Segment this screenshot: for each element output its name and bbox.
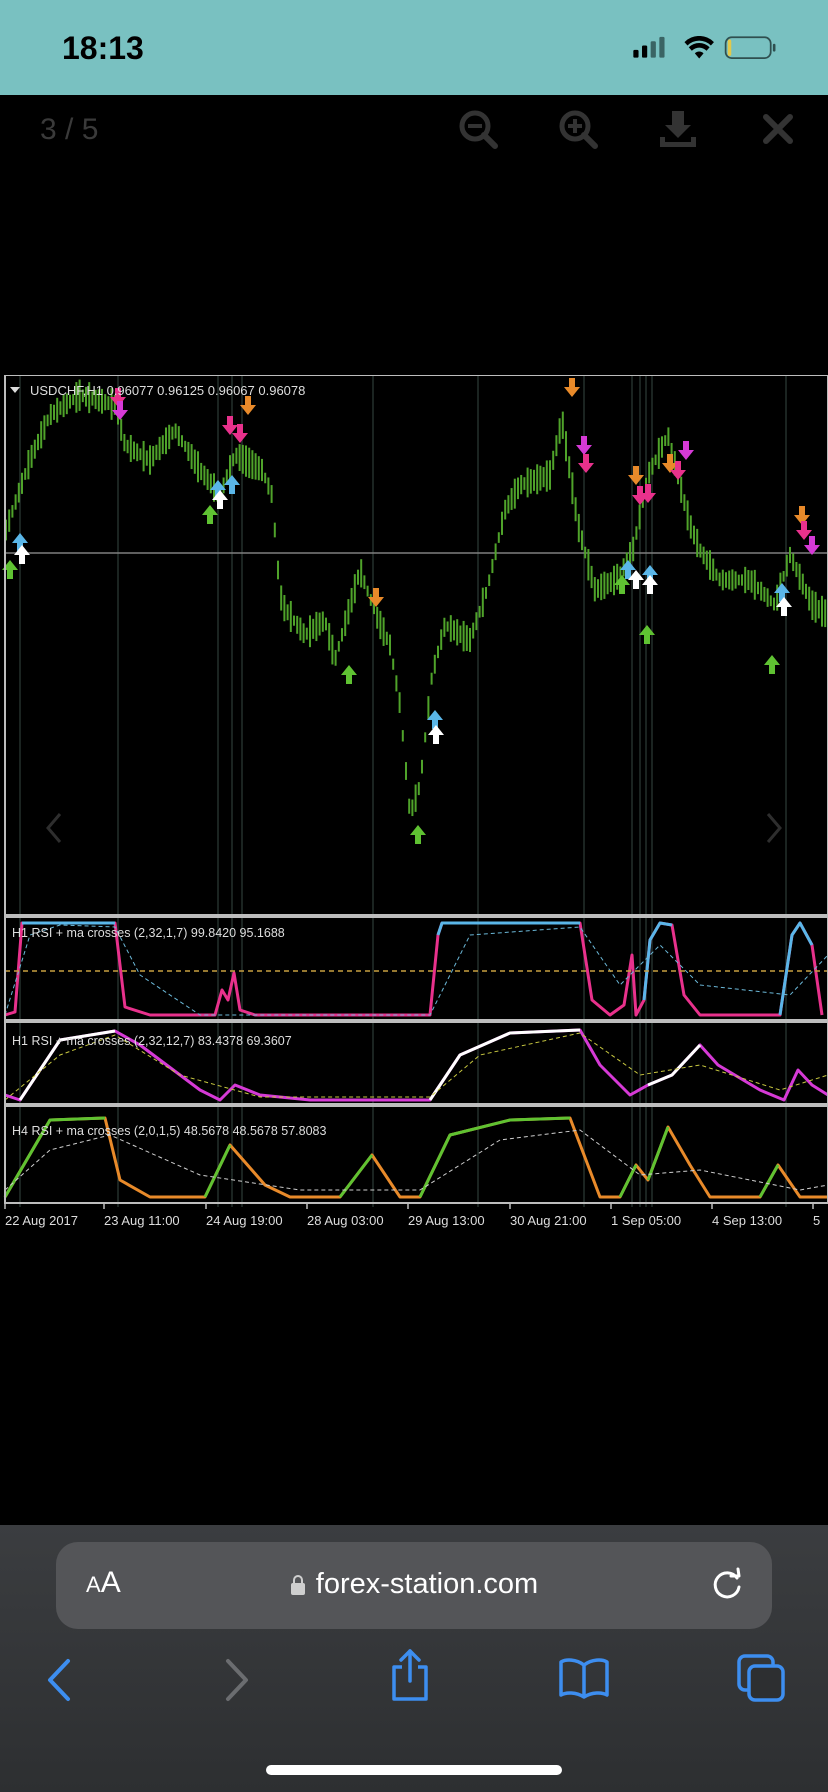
rsi-panel-2-upline	[647, 1043, 702, 1087]
viewer-toolbar: 3 / 5	[0, 95, 828, 165]
arrow-down-icon	[222, 416, 238, 435]
close-icon[interactable]	[756, 107, 800, 151]
arrow-down-icon	[804, 536, 820, 555]
home-indicator	[266, 1765, 562, 1775]
arrow-up-icon	[202, 505, 218, 524]
tabs-icon[interactable]	[736, 1653, 786, 1703]
rsi-panel-1-upline	[778, 921, 814, 1016]
page-counter: 3 / 5	[40, 113, 99, 146]
arrow-down-icon	[564, 378, 580, 397]
arrow-up-icon	[764, 655, 780, 674]
dropdown-triangle-icon	[10, 387, 20, 393]
zoom-in-icon[interactable]	[556, 107, 600, 151]
zoom-out-icon[interactable]	[456, 107, 500, 151]
reload-icon[interactable]	[708, 1566, 746, 1604]
rsi-panel-2-upline	[428, 1028, 581, 1101]
x-axis-label: 22 Aug 2017	[5, 1213, 78, 1228]
x-axis-label: 28 Aug 03:00	[307, 1213, 384, 1228]
rsi-panel-3-ma	[4, 1129, 828, 1191]
rsi-panel-3-upline	[758, 1164, 780, 1198]
previous-image-chevron-left-icon[interactable]	[42, 808, 66, 848]
arrow-up-icon	[428, 725, 444, 744]
cellular-signal-icon	[633, 36, 665, 58]
status-bar: 18:13	[0, 0, 828, 95]
x-axis-label: 23 Aug 11:00	[104, 1213, 180, 1228]
chart-header: USDCHF,H1 0.96077 0.96125 0.96067 0.9607…	[30, 383, 305, 398]
price-chart: USDCHF,H1 0.96077 0.96125 0.96067 0.9607…	[2, 374, 828, 1228]
arrow-down-icon	[578, 454, 594, 473]
status-icons	[633, 36, 776, 59]
rsi-panel-1-upline	[642, 921, 673, 1001]
rsi-panel-1-upline	[436, 921, 580, 936]
x-axis-label: 4 Sep 13:00	[712, 1213, 782, 1228]
rsi-panel-3-upline	[418, 1116, 571, 1198]
x-axis-label: 1 Sep 05:00	[611, 1213, 681, 1228]
arrow-up-icon	[642, 575, 658, 594]
price-bars	[5, 379, 827, 817]
browser-toolbar: AA forex-station.com	[0, 1525, 828, 1792]
chart-image: USDCHF,H1 0.96077 0.96125 0.96067 0.9607…	[0, 374, 828, 1235]
rsi-panel-2-label: H1 RSI + ma crosses (2,32,12,7) 83.4378 …	[12, 1034, 292, 1048]
rsi-panel-3-upline	[618, 1164, 638, 1198]
x-axis-label: 24 Aug 19:00	[206, 1213, 283, 1228]
status-time: 18:13	[62, 30, 144, 66]
arrow-down-icon	[628, 466, 644, 485]
lock-icon	[290, 1574, 305, 1595]
rsi-panel-3-label: H4 RSI + ma crosses (2,0,1,5) 48.5678 48…	[12, 1124, 326, 1138]
address-bar[interactable]: AA forex-station.com	[56, 1542, 772, 1629]
wifi-icon	[684, 36, 714, 59]
arrow-up-icon	[776, 597, 792, 616]
arrow-up-icon	[14, 545, 30, 564]
download-icon[interactable]	[656, 107, 700, 151]
x-axis-label: 29 Aug 13:00	[408, 1213, 485, 1228]
rsi-panel-1-label: H1 RSI + ma crosses (2,32,1,7) 99.8420 9…	[12, 926, 285, 940]
battery-icon	[724, 36, 776, 59]
url-text: forex-station.com	[315, 1568, 539, 1600]
share-icon[interactable]	[388, 1647, 432, 1703]
x-axis-label: 30 Aug 21:00	[510, 1213, 587, 1228]
bookmarks-book-icon[interactable]	[558, 1657, 610, 1699]
next-image-chevron-right-icon[interactable]	[762, 808, 786, 848]
arrow-up-icon	[410, 825, 426, 844]
arrow-up-icon	[341, 665, 357, 684]
arrow-down-icon	[678, 441, 694, 460]
arrow-down-icon	[576, 436, 592, 455]
back-chevron-left-icon[interactable]	[44, 1655, 74, 1705]
forward-chevron-right-icon[interactable]	[222, 1655, 252, 1705]
rsi-panel-3-upline	[646, 1126, 670, 1181]
rsi-panel-3-upline	[338, 1154, 374, 1198]
x-axis-label: 5	[813, 1213, 820, 1228]
